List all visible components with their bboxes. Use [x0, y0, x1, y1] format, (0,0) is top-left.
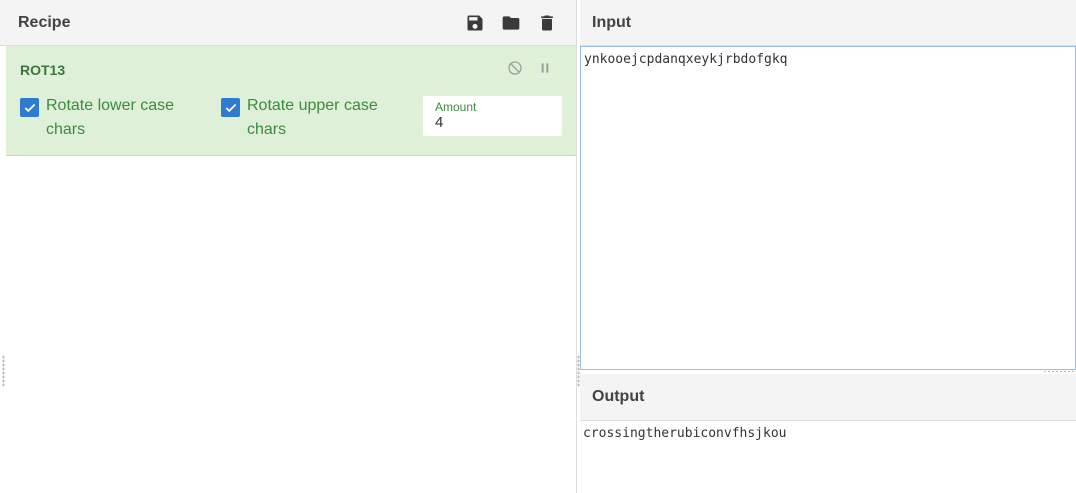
rotate-upper-option: Rotate upper case chars: [221, 94, 416, 142]
recipe-pane: Recipe ROT13 Rotate lower case chars Rot…: [0, 0, 577, 493]
output-title: Output: [592, 388, 645, 405]
rotate-lower-label: Rotate lower case chars: [46, 97, 175, 138]
recipe-left-resize-handle[interactable]: [2, 355, 5, 387]
output-text[interactable]: crossingtherubiconvfhsjkou: [580, 421, 1076, 446]
output-pane: Output crossingtherubiconvfhsjkou: [580, 374, 1076, 493]
operation-controls: [506, 59, 554, 77]
trash-icon[interactable]: [536, 12, 558, 34]
operation-rot13[interactable]: ROT13 Rotate lower case chars Rotate upp…: [6, 46, 576, 156]
io-divider-handle[interactable]: [1043, 370, 1076, 373]
recipe-title: Recipe: [18, 13, 71, 31]
output-header: Output: [580, 374, 1076, 421]
input-textarea[interactable]: ynkooejcpdanqxeykjrbdofgkq: [580, 46, 1076, 370]
input-title: Input: [592, 13, 632, 31]
recipe-header-icons: [464, 12, 558, 34]
disable-icon[interactable]: [506, 59, 524, 77]
amount-label: Amount: [435, 100, 477, 114]
folder-icon[interactable]: [500, 12, 522, 34]
input-header: Input: [580, 0, 1076, 46]
rotate-lower-option: Rotate lower case chars: [20, 94, 205, 142]
amount-field-wrapper: Amount: [423, 96, 562, 136]
pause-icon[interactable]: [536, 59, 554, 77]
amount-input[interactable]: [435, 115, 550, 131]
cyberchef-app: Recipe ROT13 Rotate lower case chars Rot…: [0, 0, 1076, 493]
rotate-upper-label: Rotate upper case chars: [247, 97, 378, 138]
rotate-upper-checkbox[interactable]: [221, 98, 240, 117]
save-icon[interactable]: [464, 12, 486, 34]
operation-title: ROT13: [20, 62, 66, 78]
recipe-header: Recipe: [0, 0, 576, 46]
rotate-lower-checkbox[interactable]: [20, 98, 39, 117]
input-pane: Input ynkooejcpdanqxeykjrbdofgkq: [580, 0, 1076, 372]
